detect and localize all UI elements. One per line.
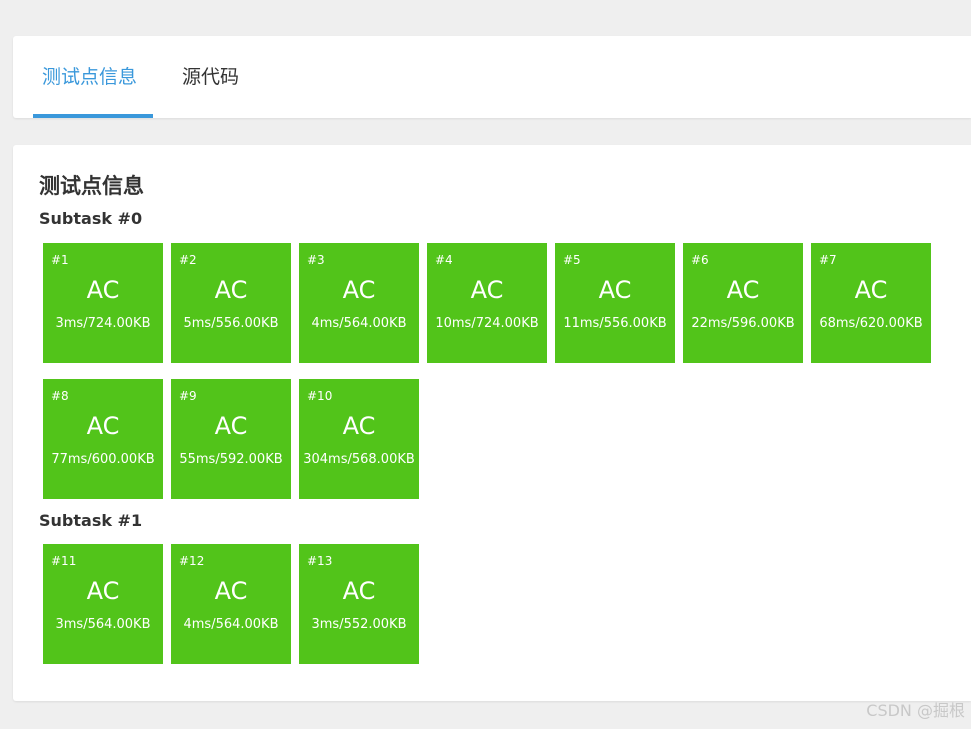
test-case-time-memory: 4ms/564.00KB <box>311 316 407 331</box>
test-case-time-memory: 10ms/724.00KB <box>435 316 539 331</box>
test-case-tile[interactable]: #4 AC 10ms/724.00KB <box>427 243 547 363</box>
test-case-id: #4 <box>435 253 453 267</box>
test-case-id: #5 <box>563 253 581 267</box>
test-case-time-memory: 77ms/600.00KB <box>51 452 155 467</box>
test-case-tile[interactable]: #13 AC 3ms/552.00KB <box>299 544 419 664</box>
test-case-tile[interactable]: #2 AC 5ms/556.00KB <box>171 243 291 363</box>
test-case-status: AC <box>342 276 376 304</box>
test-case-status: AC <box>86 577 120 605</box>
test-case-time-memory: 5ms/556.00KB <box>183 316 279 331</box>
watermark: CSDN @掘根 <box>866 701 965 720</box>
test-case-id: #12 <box>179 554 205 568</box>
test-case-tile[interactable]: #10 AC 304ms/568.00KB <box>299 379 419 499</box>
test-case-tile[interactable]: #7 AC 68ms/620.00KB <box>811 243 931 363</box>
test-case-status: AC <box>854 276 888 304</box>
test-points-panel: 测试点信息 Subtask #0 #1 AC 3ms/724.00KB #2 AC 5ms… <box>13 145 971 701</box>
test-case-status: AC <box>470 276 504 304</box>
test-case-id: #3 <box>307 253 325 267</box>
test-case-status: AC <box>214 412 248 440</box>
test-case-id: #9 <box>179 389 197 403</box>
test-case-time-memory: 3ms/564.00KB <box>55 617 151 632</box>
test-case-tile[interactable]: #9 AC 55ms/592.00KB <box>171 379 291 499</box>
subtask-1-cases: #11 AC 3ms/564.00KB #12 AC 4ms/564.00KB #13 AC 3… <box>43 544 943 664</box>
test-case-tile[interactable]: #1 AC 3ms/724.00KB <box>43 243 163 363</box>
test-case-id: #2 <box>179 253 197 267</box>
test-case-tile[interactable]: #3 AC 4ms/564.00KB <box>299 243 419 363</box>
test-case-time-memory: 3ms/724.00KB <box>55 316 151 331</box>
test-case-time-memory: 304ms/568.00KB <box>303 452 415 467</box>
test-case-id: #13 <box>307 554 333 568</box>
test-case-id: #6 <box>691 253 709 267</box>
test-case-time-memory: 11ms/556.00KB <box>563 316 667 331</box>
test-case-time-memory: 55ms/592.00KB <box>179 452 283 467</box>
subtask-title-1: Subtask #1 <box>39 511 143 530</box>
test-case-tile[interactable]: #5 AC 11ms/556.00KB <box>555 243 675 363</box>
test-case-time-memory: 68ms/620.00KB <box>819 316 923 331</box>
tab-test-points[interactable]: 测试点信息 <box>42 36 137 118</box>
test-case-id: #10 <box>307 389 333 403</box>
test-case-status: AC <box>214 577 248 605</box>
test-case-time-memory: 4ms/564.00KB <box>183 617 279 632</box>
test-case-status: AC <box>598 276 632 304</box>
test-case-status: AC <box>86 276 120 304</box>
test-case-status: AC <box>342 577 376 605</box>
test-case-status: AC <box>86 412 120 440</box>
test-case-tile[interactable]: #12 AC 4ms/564.00KB <box>171 544 291 664</box>
test-case-status: AC <box>214 276 248 304</box>
tab-bar: 测试点信息 源代码 <box>13 36 971 118</box>
test-case-status: AC <box>342 412 376 440</box>
test-case-id: #1 <box>51 253 69 267</box>
active-tab-indicator <box>33 114 153 118</box>
test-case-tile[interactable]: #8 AC 77ms/600.00KB <box>43 379 163 499</box>
test-case-id: #8 <box>51 389 69 403</box>
test-case-tile[interactable]: #11 AC 3ms/564.00KB <box>43 544 163 664</box>
test-case-time-memory: 3ms/552.00KB <box>311 617 407 632</box>
tab-source-code[interactable]: 源代码 <box>182 36 239 118</box>
test-case-id: #7 <box>819 253 837 267</box>
test-case-tile[interactable]: #6 AC 22ms/596.00KB <box>683 243 803 363</box>
section-title: 测试点信息 <box>39 174 144 198</box>
subtask-0-cases: #1 AC 3ms/724.00KB #2 AC 5ms/556.00KB #3 AC 4ms/… <box>43 243 943 499</box>
test-case-time-memory: 22ms/596.00KB <box>691 316 795 331</box>
test-case-status: AC <box>726 276 760 304</box>
subtask-title-0: Subtask #0 <box>39 209 143 228</box>
test-case-id: #11 <box>51 554 77 568</box>
